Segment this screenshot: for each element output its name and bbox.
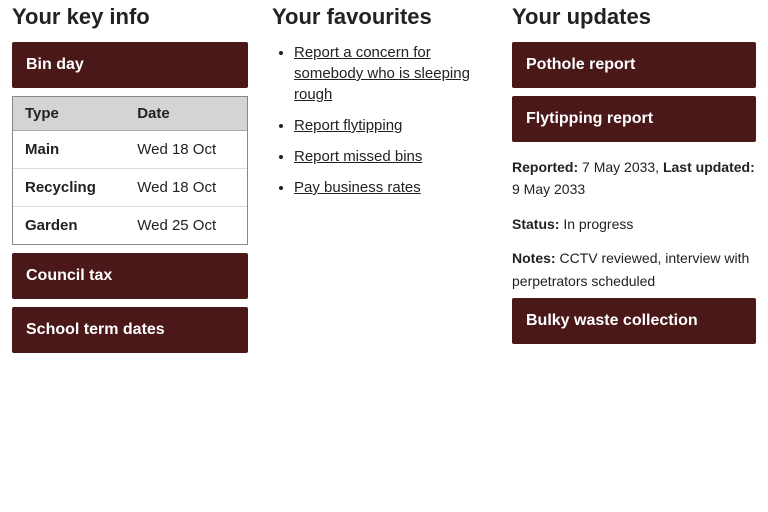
key-info-title: Your key info [12,4,248,30]
pothole-report-button[interactable]: Pothole report [512,42,756,88]
favourite-link[interactable]: Report missed bins [294,148,422,165]
favourites-title: Your favourites [272,4,488,30]
updates-column: Your updates Pothole report Flytipping r… [500,0,768,361]
updated-label: Last updated: [663,159,755,175]
status-value: In progress [563,216,633,232]
favourite-link[interactable]: Pay business rates [294,179,421,196]
flytipping-report-button[interactable]: Flytipping report [512,96,756,142]
bin-type: Garden [13,207,125,245]
type-header: Type [13,97,125,131]
school-term-dates-button[interactable]: School term dates [12,307,248,353]
reported-value: 7 May 2033, [582,159,659,175]
bin-date: Wed 25 Oct [125,207,247,245]
date-header: Date [125,97,247,131]
notes-meta: Notes: CCTV reviewed, interview with per… [512,241,756,298]
bin-type: Recycling [13,169,125,207]
reported-label: Reported: [512,159,578,175]
key-info-column: Your key info Bin day Type Date MainWed … [0,0,260,361]
table-row: MainWed 18 Oct [13,131,247,169]
list-item: Report missed bins [294,146,488,167]
favourite-link[interactable]: Report a concern for somebody who is sle… [294,44,470,103]
updated-value: 9 May 2033 [512,181,585,197]
bulky-waste-button[interactable]: Bulky waste collection [512,298,756,344]
bin-table-wrapper: Type Date MainWed 18 OctRecyclingWed 18 … [12,96,248,245]
list-item: Report a concern for somebody who is sle… [294,42,488,105]
notes-label: Notes: [512,250,556,266]
table-row: GardenWed 25 Oct [13,207,247,245]
bin-date: Wed 18 Oct [125,169,247,207]
list-item: Pay business rates [294,177,488,198]
bin-day-button[interactable]: Bin day [12,42,248,88]
favourite-link[interactable]: Report flytipping [294,117,402,134]
table-row: RecyclingWed 18 Oct [13,169,247,207]
council-tax-button[interactable]: Council tax [12,253,248,299]
update-meta: Reported: 7 May 2033, Last updated: 9 Ma… [512,150,756,207]
status-meta: Status: In progress [512,207,756,241]
favourites-list: Report a concern for somebody who is sle… [272,42,488,198]
bin-type: Main [13,131,125,169]
favourites-column: Your favourites Report a concern for som… [260,0,500,361]
updates-title: Your updates [512,4,756,30]
bin-date: Wed 18 Oct [125,131,247,169]
bin-table: Type Date MainWed 18 OctRecyclingWed 18 … [13,97,247,244]
status-label: Status: [512,216,559,232]
list-item: Report flytipping [294,115,488,136]
